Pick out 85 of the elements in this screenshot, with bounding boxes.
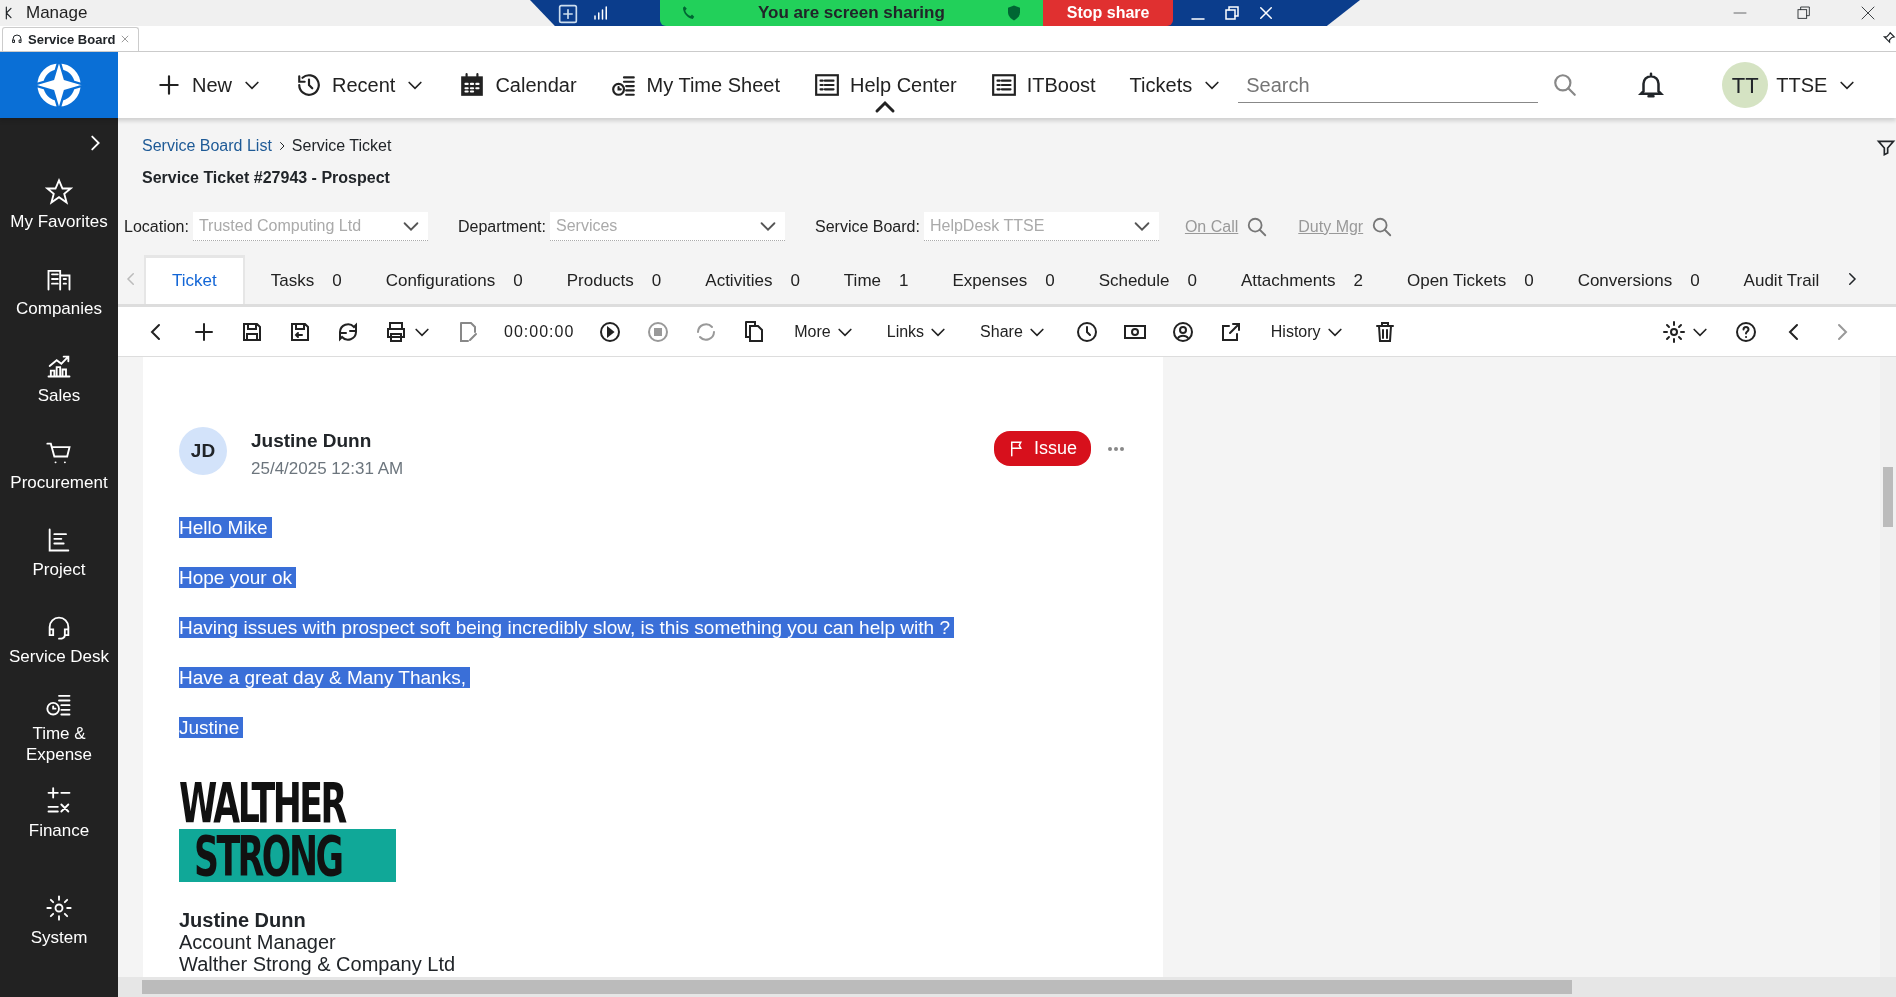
vertical-scrollbar[interactable] [1880,357,1896,977]
more-options-icon[interactable] [1107,445,1125,452]
help-icon [1734,319,1758,344]
calendar-icon [459,72,486,98]
user-menu[interactable]: TTSE [1776,70,1858,100]
sidebar-item[interactable]: Procurement [0,423,118,510]
stop-share-button[interactable]: Stop share [1042,0,1174,26]
tab[interactable]: Tasks 0 [270,255,342,304]
tab[interactable]: Time 1 [843,255,909,304]
list-icon [813,72,840,98]
logo-block[interactable] [0,52,118,118]
timer-display: 00:00:00 [503,321,576,342]
author-avatar: JD [179,427,227,475]
issue-tag[interactable]: Issue [993,431,1091,466]
nav-menu-item[interactable]: ITBoost [990,56,1096,114]
settings-icon [1662,319,1686,344]
clock-icon [1074,319,1099,344]
person-icon [1170,319,1195,344]
headset-icon [11,33,23,46]
page-title: Service Ticket #27943 - Prospect [142,168,390,188]
tab[interactable]: Ticket [144,254,245,304]
print-icon [384,319,408,344]
search-icon[interactable] [1371,215,1394,238]
sidebar-item[interactable]: Finance [0,771,118,858]
nav-menu-item[interactable]: Calendar [459,56,577,114]
sidebar-item[interactable]: Companies [0,249,118,336]
pin-icon[interactable] [1882,31,1896,45]
company-logo: WALTHER STRONG [179,765,393,893]
signature-role: Account Manager [179,931,337,953]
close-icon[interactable] [1860,5,1876,21]
breadcrumb-link[interactable]: Service Board List [142,134,272,158]
list-icon [990,72,1017,98]
field-label: Department: [457,216,546,237]
stop-icon [646,319,671,344]
restore-icon[interactable] [1796,5,1812,21]
nav-menu-item[interactable]: Tickets [1129,56,1223,114]
field-label: Location: [124,216,189,237]
sidebar-item[interactable]: My Favorites [0,162,118,249]
sidebar-item[interactable]: Time & Expense [0,684,118,771]
sidebar-item[interactable]: Sales [0,336,118,423]
sidebar-item[interactable]: Service Desk [0,597,118,684]
play-icon [598,319,623,344]
star-icon [45,178,73,207]
nav-menu-item[interactable]: New [156,56,262,114]
toolbar-menu[interactable]: Links [870,319,965,344]
restore-icon[interactable] [1223,4,1242,22]
nav-menu-item[interactable]: Help Center [813,56,957,114]
sidebar-item[interactable]: Project [0,510,118,597]
user-avatar[interactable]: TT [1722,62,1769,108]
sidebar-item[interactable]: System [0,878,118,965]
search-icon[interactable] [1552,72,1579,98]
author-name: Justine Dunn [251,429,373,453]
tab[interactable]: Products 0 [566,255,662,304]
tab[interactable]: Open Tickets 0 [1406,255,1534,304]
select-value: Trusted Computing Ltd [198,216,362,236]
tab[interactable]: Activities 0 [705,255,800,304]
window-title: Manage [26,2,88,25]
select-value: Services [556,216,618,236]
tab[interactable]: Schedule 0 [1098,255,1197,304]
toolbar-menu[interactable]: More [778,319,871,344]
browser-tab-label: Service Board [28,30,116,49]
tab[interactable]: Audit Trail [1743,255,1820,304]
tab[interactable]: Expenses 0 [952,255,1055,304]
tab[interactable]: Attachments 2 [1241,255,1363,304]
plus-icon [156,72,182,98]
field-label: Service Board: [815,216,920,237]
nav-menu-item[interactable]: Recent [296,56,426,114]
signature-name: Justine Dunn [179,909,307,931]
message-time: 25/4/2025 12:31 AM [251,457,404,480]
history-icon [296,72,322,98]
share-status-text: You are screen sharing [758,2,945,25]
browser-tab[interactable]: Service Board [2,26,140,51]
filter-icon[interactable] [1876,138,1896,158]
tab[interactable]: Conversions 0 [1577,255,1700,304]
bell-icon[interactable] [1636,70,1667,100]
toolbar-menu[interactable]: Share [964,319,1063,344]
select-value: HelpDesk TTSE [929,216,1045,236]
tab[interactable]: Configurations 0 [385,255,523,304]
history-menu[interactable]: History [1254,319,1361,344]
signature-company: Walther Strong & Company Ltd [179,953,457,975]
breadcrumb-current: Service Ticket [291,136,392,156]
nav-menu-item[interactable]: My Time Sheet [610,56,780,114]
search-field[interactable]: Search [1238,67,1539,103]
horizontal-scrollbar[interactable] [118,977,1896,997]
search-icon[interactable] [1246,215,1269,238]
